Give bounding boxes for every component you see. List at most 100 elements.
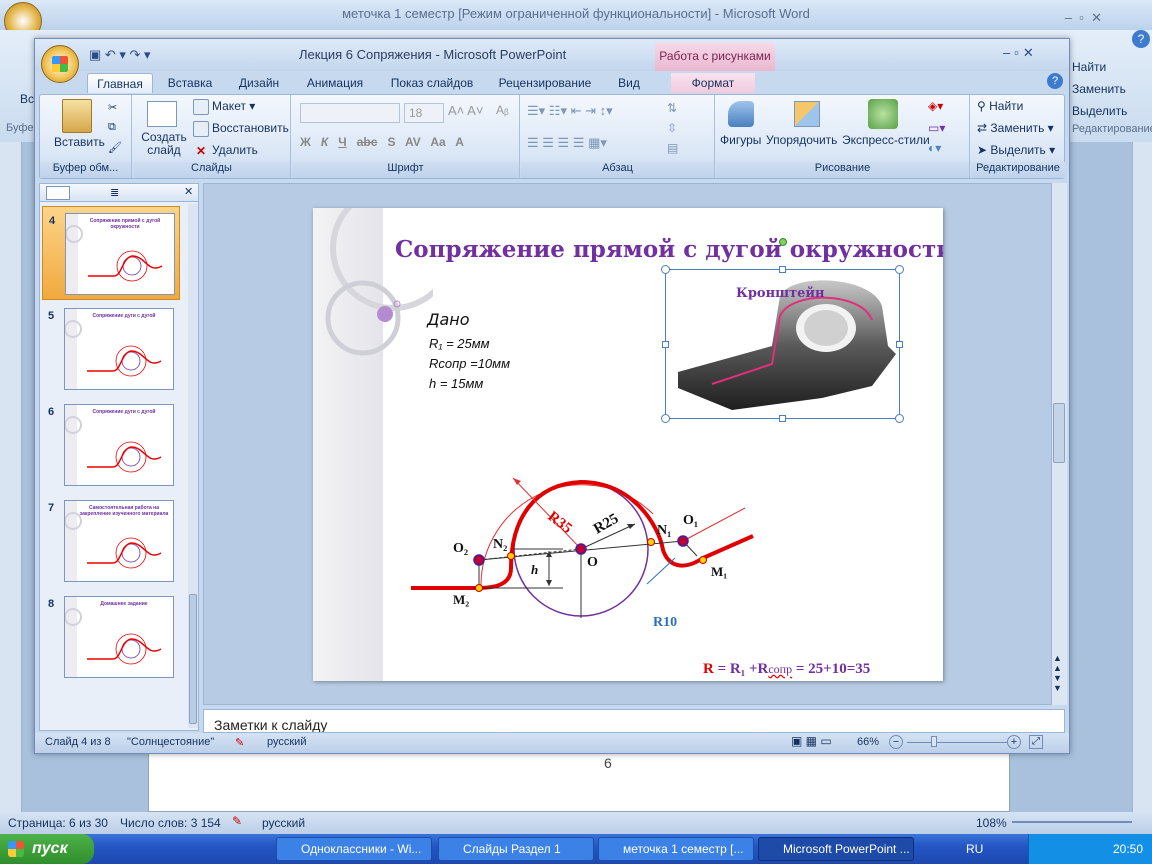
- align-buttons[interactable]: ☰ ☰ ☰ ☰ ▦▾: [527, 135, 657, 155]
- spellcheck-icon[interactable]: ✎: [232, 814, 242, 828]
- layout-button[interactable]: Макет ▾: [193, 99, 255, 115]
- shape-fill-icon[interactable]: ◈▾: [928, 99, 943, 113]
- ppt-title: Лекция 6 Сопряжения - Microsoft PowerPoi…: [299, 47, 567, 62]
- thumbnail-number: 8: [48, 598, 55, 610]
- arrange-button[interactable]: Упорядочить: [766, 133, 837, 147]
- editor-scroll-thumb[interactable]: [1053, 403, 1065, 463]
- shape-effects-icon[interactable]: ◐▾: [928, 141, 941, 155]
- zoom-thumb[interactable]: [931, 736, 937, 747]
- scroll-thumb[interactable]: [189, 594, 197, 724]
- tab-design[interactable]: Дизайн: [229, 73, 289, 93]
- taskbar-item-powerpoint[interactable]: Microsoft PowerPoint ...: [758, 837, 914, 861]
- font-name-select[interactable]: [300, 103, 400, 123]
- new-slide-button[interactable]: Создать слайд: [139, 131, 189, 157]
- view-buttons[interactable]: ▣ ▦ ▭: [791, 734, 861, 750]
- find-button[interactable]: ⚲ Найти: [977, 99, 1023, 113]
- word-zoom-slider[interactable]: [1012, 821, 1132, 823]
- word-status-page[interactable]: Страница: 6 из 30: [8, 816, 108, 830]
- fit-window-icon[interactable]: ⤢: [1029, 735, 1043, 749]
- slide-thumbnail-6[interactable]: 6 Сопряжение дуги с дугой: [42, 398, 180, 492]
- status-zoom[interactable]: 66%: [857, 736, 879, 748]
- slide-thumbnail-5[interactable]: 5 Сопряжение дуги с дугой: [42, 302, 180, 396]
- taskbar-item-word[interactable]: меточка 1 семестр [...: [598, 837, 754, 861]
- cut-icon[interactable]: ✂: [108, 101, 117, 114]
- shapes-button[interactable]: Фигуры: [720, 133, 761, 147]
- status-lang[interactable]: русский: [267, 736, 306, 748]
- ppt-window-controls[interactable]: –▫✕: [1003, 45, 1065, 63]
- status-slide-count[interactable]: Слайд 4 из 8: [45, 736, 111, 748]
- formula-sub: сопр: [768, 662, 793, 676]
- help-icon[interactable]: ?: [1047, 73, 1063, 89]
- paste-button[interactable]: Вставить: [54, 135, 105, 149]
- taskbar-item-folder[interactable]: Слайды Раздел 1: [438, 837, 594, 861]
- word-scrollbar[interactable]: [1132, 142, 1152, 812]
- slides-pane-scrollbar[interactable]: [188, 204, 198, 728]
- taskbar-item-browser[interactable]: Одноклассники - Wi...: [276, 837, 432, 861]
- format-painter-icon[interactable]: 🖌: [108, 141, 122, 154]
- quick-access-toolbar[interactable]: ▣ ↶ ▾ ↷ ▾: [89, 47, 199, 63]
- start-button[interactable]: пуск: [0, 834, 94, 864]
- slides-pane: ≣ ✕ 4 Сопряжение прямой с дугой окружност…: [39, 183, 199, 731]
- quick-styles-button[interactable]: Экспресс-стили: [842, 133, 930, 147]
- word-vertical-ruler: [0, 142, 22, 812]
- spacing-button[interactable]: AV: [405, 135, 421, 149]
- word-window-controls[interactable]: – ▫ ✕: [1022, 4, 1102, 25]
- prev-next-slide-buttons[interactable]: ▲ ▲ ▼ ▼: [1053, 653, 1065, 693]
- replace-button[interactable]: ⇄ Заменить ▾: [977, 121, 1054, 135]
- quick-styles-icon: [868, 99, 898, 129]
- spellcheck-icon[interactable]: ✎: [235, 736, 244, 749]
- outline-tab-icon[interactable]: ≣: [110, 186, 126, 200]
- taskbar-item-label: Одноклассники - Wi...: [301, 842, 422, 856]
- tab-view[interactable]: Вид: [609, 73, 649, 93]
- zoom-slider[interactable]: [907, 742, 1007, 743]
- notes-pane[interactable]: Заметки к слайду: [203, 709, 1065, 733]
- tab-insert[interactable]: Вставка: [161, 73, 219, 93]
- case-button[interactable]: Aa: [430, 135, 445, 149]
- word-status-words[interactable]: Число слов: 3 154: [120, 816, 221, 830]
- editor-scrollbar[interactable]: ▲ ▲ ▼ ▼: [1051, 183, 1067, 705]
- bold-button[interactable]: Ж: [300, 135, 311, 149]
- slide-thumbnail-8[interactable]: 8 Домашнее задание: [42, 590, 180, 684]
- word-help-icon[interactable]: ?: [1132, 30, 1150, 48]
- italic-button[interactable]: К: [321, 135, 328, 149]
- slides-tab-icon[interactable]: [46, 186, 70, 200]
- office-logo-icon: [52, 56, 68, 72]
- tab-review[interactable]: Рецензирование: [491, 73, 599, 93]
- slide-thumbnail-7[interactable]: 7 Самостоятельная работа на закрепление и…: [42, 494, 180, 588]
- tab-format[interactable]: Формат: [671, 73, 755, 93]
- zoom-out-icon[interactable]: −: [889, 735, 903, 749]
- word-status-zoom[interactable]: 108%: [976, 816, 1007, 830]
- smartart-icon[interactable]: ▤: [667, 141, 678, 155]
- select-button[interactable]: ➤ Выделить ▾: [977, 143, 1055, 157]
- list-buttons[interactable]: ☰▾ ☷▾ ⇤ ⇥ ↕▾: [527, 103, 657, 123]
- shape-outline-icon[interactable]: ▭▾: [928, 121, 945, 135]
- close-pane-icon[interactable]: ✕: [184, 185, 193, 198]
- text-direction-icon[interactable]: ⇅: [667, 101, 677, 115]
- delete-slide-button[interactable]: ✕ Удалить: [193, 143, 258, 159]
- zoom-in-icon[interactable]: +: [1007, 735, 1021, 749]
- word-status-lang[interactable]: русский: [262, 816, 305, 830]
- shadow-button[interactable]: S: [387, 135, 395, 149]
- ppt-office-button[interactable]: [41, 45, 79, 83]
- strike-button[interactable]: abc: [357, 135, 378, 149]
- tab-slideshow[interactable]: Показ слайдов: [383, 73, 481, 93]
- tab-animation[interactable]: Анимация: [297, 73, 373, 93]
- slide-thumbnail-4[interactable]: 4 Сопряжение прямой с дугой окружности: [42, 206, 180, 300]
- status-theme[interactable]: "Солнцестояние": [127, 736, 214, 748]
- underline-button[interactable]: Ч: [338, 135, 346, 149]
- taskbar-lang[interactable]: RU: [966, 842, 983, 856]
- reset-button[interactable]: Восстановить: [193, 121, 289, 137]
- tab-home[interactable]: Главная: [87, 73, 153, 93]
- font-grow-shrink[interactable]: A˄ A˅: [448, 103, 490, 123]
- clear-format-icon[interactable]: Aᵦ: [496, 103, 514, 123]
- word-find-label[interactable]: Найти: [1072, 60, 1106, 74]
- font-color-button[interactable]: A: [455, 135, 464, 149]
- word-select-label[interactable]: Выделить: [1072, 104, 1127, 118]
- copy-icon[interactable]: ⧉: [108, 121, 116, 134]
- font-size-select[interactable]: 18: [404, 103, 444, 123]
- slide-canvas[interactable]: Сопряжение прямой с дугой окружности Кро…: [313, 208, 943, 681]
- align-text-icon[interactable]: ⇳: [667, 121, 677, 135]
- word-page-number: 6: [604, 755, 612, 771]
- font-group-label: Шрифт: [292, 162, 519, 178]
- word-replace-label[interactable]: Заменить: [1072, 82, 1126, 96]
